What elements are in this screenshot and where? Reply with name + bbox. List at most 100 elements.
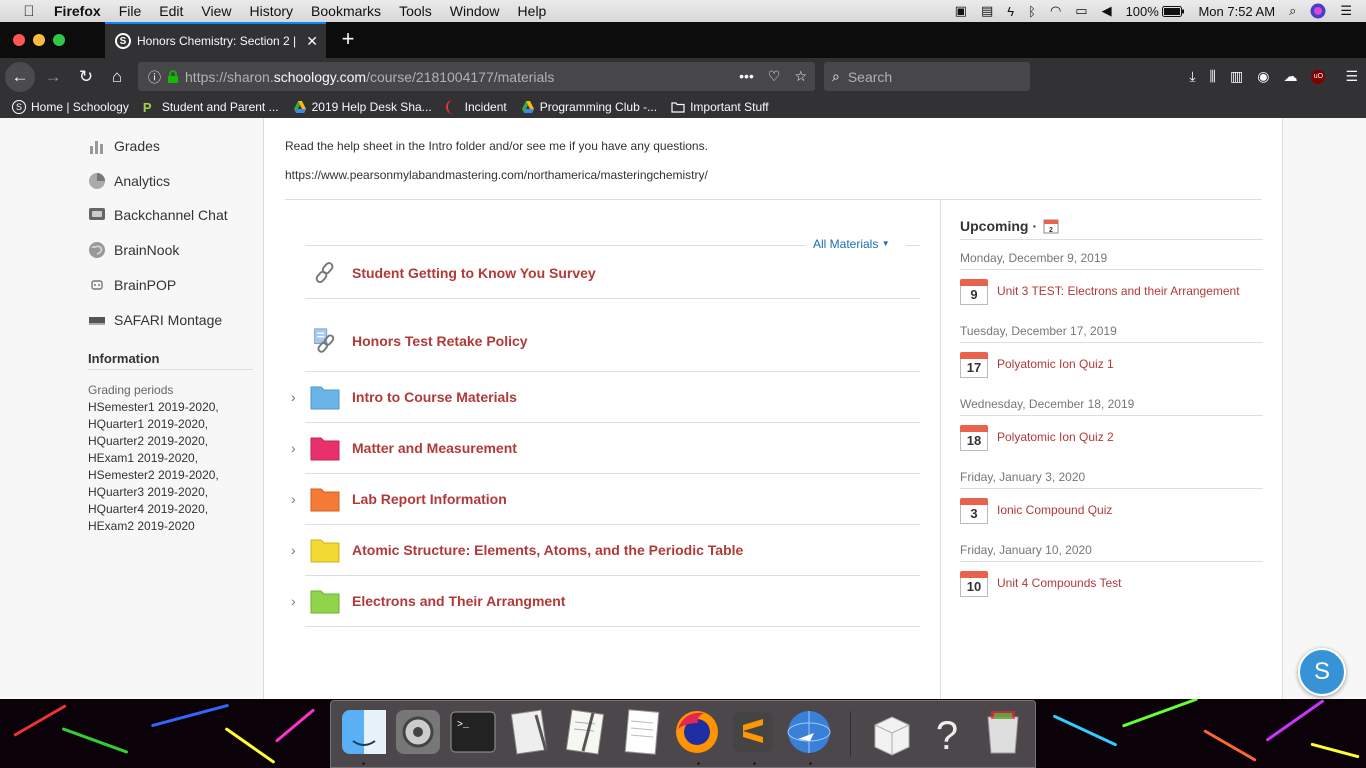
chevron-right-icon[interactable]: › bbox=[291, 542, 296, 558]
bolt-icon[interactable]: ϟ bbox=[1007, 4, 1014, 19]
nav-grades[interactable]: Grades bbox=[88, 137, 160, 155]
bookmark-help-desk[interactable]: 2019 Help Desk Sha... bbox=[293, 100, 432, 114]
spotlight-icon[interactable]: ⌕ bbox=[1289, 3, 1296, 19]
close-window-icon[interactable] bbox=[13, 34, 25, 46]
close-tab-icon[interactable]: ✕ bbox=[306, 33, 318, 50]
folder-matter-measurement[interactable]: › Matter and Measurement bbox=[291, 423, 920, 474]
menu-hamburger-icon[interactable]: ☰ bbox=[1345, 68, 1358, 85]
material-title[interactable]: Electrons and Their Arrangment bbox=[352, 593, 565, 609]
nav-analytics[interactable]: Analytics bbox=[88, 172, 170, 190]
event-item[interactable]: 10 Unit 4 Compounds Test bbox=[960, 569, 1122, 597]
folder-electrons[interactable]: › Electrons and Their Arrangment bbox=[291, 576, 920, 627]
bookmark-programming-club[interactable]: Programming Club -... bbox=[521, 100, 657, 114]
finder-icon[interactable] bbox=[339, 707, 389, 759]
new-tab-button[interactable]: + bbox=[338, 28, 358, 50]
bookmark-student-parent[interactable]: P Student and Parent ... bbox=[143, 100, 279, 115]
menu-window[interactable]: Window bbox=[450, 3, 500, 19]
reload-button[interactable]: ↻ bbox=[75, 58, 97, 95]
ublock-icon[interactable]: uO bbox=[1311, 69, 1326, 84]
material-title[interactable]: Matter and Measurement bbox=[352, 440, 517, 456]
page-actions-icon[interactable]: ••• bbox=[739, 68, 754, 85]
chevron-right-icon[interactable]: › bbox=[291, 491, 296, 507]
material-title[interactable]: Lab Report Information bbox=[352, 491, 507, 507]
chevron-right-icon[interactable]: › bbox=[291, 389, 296, 405]
library-icon[interactable]: ⫼ bbox=[1210, 68, 1216, 85]
system-preferences-icon[interactable] bbox=[393, 707, 443, 759]
event-title[interactable]: Polyatomic Ion Quiz 1 bbox=[997, 357, 1114, 371]
event-item[interactable]: 9 Unit 3 TEST: Electrons and their Arran… bbox=[960, 277, 1240, 305]
menu-edit[interactable]: Edit bbox=[159, 3, 183, 19]
url-text[interactable]: https://sharon.schoology.com/course/2181… bbox=[185, 69, 554, 85]
folder-lab-report[interactable]: › Lab Report Information bbox=[291, 474, 920, 525]
chevron-right-icon[interactable]: › bbox=[291, 440, 296, 456]
menu-history[interactable]: History bbox=[249, 3, 293, 19]
apple-menu-icon[interactable]:  bbox=[20, 3, 38, 20]
material-item-retake-policy[interactable]: Honors Test Retake Policy bbox=[305, 310, 920, 372]
notification-center-icon[interactable]: ☰ bbox=[1340, 3, 1352, 19]
bookmark-incident[interactable]: Incident bbox=[445, 99, 507, 114]
script-editor-icon[interactable] bbox=[506, 707, 556, 759]
back-button[interactable]: ← bbox=[4, 58, 36, 95]
box-icon[interactable]: ▣ bbox=[955, 3, 967, 19]
siri-icon[interactable] bbox=[1310, 3, 1326, 19]
zoom-window-icon[interactable] bbox=[53, 34, 65, 46]
trash-icon[interactable] bbox=[978, 707, 1028, 759]
event-title[interactable]: Ionic Compound Quiz bbox=[997, 503, 1112, 517]
menu-bookmarks[interactable]: Bookmarks bbox=[311, 3, 381, 19]
event-item[interactable]: 3 Ionic Compound Quiz bbox=[960, 496, 1112, 524]
bookmark-star-icon[interactable]: ☆ bbox=[794, 68, 807, 85]
intro-link[interactable]: https://www.pearsonmylabandmastering.com… bbox=[285, 168, 708, 182]
menu-help[interactable]: Help bbox=[518, 3, 547, 19]
event-item[interactable]: 18 Polyatomic Ion Quiz 2 bbox=[960, 423, 1114, 451]
drive-icon[interactable]: ▤ bbox=[981, 3, 993, 19]
bluetooth-icon[interactable]: ᛒ bbox=[1028, 4, 1036, 19]
material-title[interactable]: Student Getting to Know You Survey bbox=[352, 265, 596, 281]
chevron-right-icon[interactable]: › bbox=[291, 593, 296, 609]
material-item-survey[interactable]: Student Getting to Know You Survey bbox=[305, 248, 920, 299]
calendar-icon[interactable]: 2 bbox=[1043, 218, 1059, 234]
material-title[interactable]: Intro to Course Materials bbox=[352, 389, 517, 405]
menubar-clock[interactable]: Mon 7:52 AM bbox=[1198, 4, 1275, 19]
minimize-window-icon[interactable] bbox=[33, 34, 45, 46]
pocket-icon[interactable]: ♡ bbox=[768, 68, 781, 85]
wifi-icon[interactable]: ◠ bbox=[1050, 3, 1061, 19]
sublime-text-icon[interactable] bbox=[728, 707, 778, 759]
airplay-icon[interactable]: ▭ bbox=[1075, 3, 1087, 19]
event-title[interactable]: Unit 3 TEST: Electrons and their Arrange… bbox=[997, 284, 1240, 298]
info-icon[interactable]: ⓘ bbox=[148, 67, 161, 86]
home-button[interactable]: ⌂ bbox=[106, 58, 128, 95]
material-title[interactable]: Honors Test Retake Policy bbox=[352, 333, 528, 349]
bookmark-home-schoology[interactable]: S Home | Schoology bbox=[12, 99, 129, 114]
firefox-icon[interactable] bbox=[672, 707, 722, 759]
url-bar[interactable]: ⓘ https://sharon.schoology.com/course/21… bbox=[138, 62, 815, 91]
menu-app-name[interactable]: Firefox bbox=[54, 3, 101, 19]
account-icon[interactable]: ◉ bbox=[1257, 68, 1269, 85]
folder-atomic-structure[interactable]: › Atomic Structure: Elements, Atoms, and… bbox=[291, 525, 920, 576]
volume-icon[interactable]: ◀ bbox=[1102, 3, 1112, 19]
menu-file[interactable]: File bbox=[119, 3, 142, 19]
forward-button[interactable]: → bbox=[42, 58, 64, 95]
terminal-icon[interactable]: >_ bbox=[448, 707, 498, 759]
menu-tools[interactable]: Tools bbox=[399, 3, 432, 19]
menu-view[interactable]: View bbox=[201, 3, 231, 19]
material-title[interactable]: Atomic Structure: Elements, Atoms, and t… bbox=[352, 542, 743, 558]
textedit-icon[interactable] bbox=[561, 707, 611, 759]
notes-document-icon[interactable] bbox=[617, 707, 667, 759]
schoology-help-button[interactable]: S bbox=[1298, 648, 1346, 696]
event-title[interactable]: Unit 4 Compounds Test bbox=[997, 576, 1122, 590]
nav-safari-montage[interactable]: SAFARI Montage bbox=[88, 311, 222, 329]
nav-brainpop[interactable]: BrainPOP bbox=[88, 276, 176, 294]
installer-package-icon[interactable] bbox=[867, 707, 917, 759]
event-title[interactable]: Polyatomic Ion Quiz 2 bbox=[997, 430, 1114, 444]
nav-backchannel-chat[interactable]: Backchannel Chat bbox=[88, 206, 228, 224]
battery-status[interactable]: 100% bbox=[1126, 4, 1185, 19]
sidebar-icon[interactable]: ▥ bbox=[1230, 68, 1243, 85]
bookmark-important-stuff[interactable]: Important Stuff bbox=[671, 100, 769, 114]
folder-intro-course-materials[interactable]: › Intro to Course Materials bbox=[291, 372, 920, 423]
help-question-icon[interactable]: ? bbox=[922, 707, 972, 759]
nav-brainnook[interactable]: BrainNook bbox=[88, 241, 179, 259]
network-utility-icon[interactable] bbox=[784, 707, 834, 759]
search-bar[interactable]: ⌕ Search bbox=[824, 62, 1030, 91]
extension-icon[interactable]: ☁ bbox=[1283, 68, 1297, 85]
tab-active[interactable]: S Honors Chemistry: Section 2 | S ✕ bbox=[105, 22, 326, 58]
